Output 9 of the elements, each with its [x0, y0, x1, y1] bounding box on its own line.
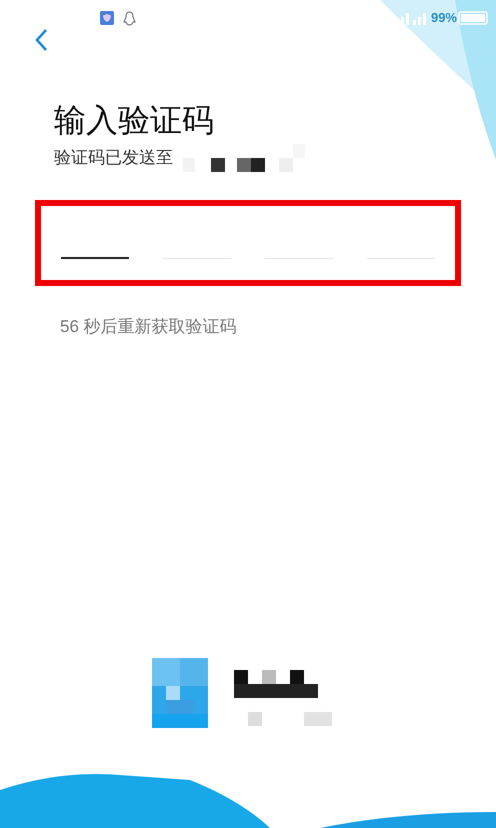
sent-to-label: 验证码已发送至 — [54, 147, 173, 170]
penguin-icon — [123, 10, 136, 26]
battery-icon — [458, 11, 488, 25]
battery-percent: 99% — [430, 9, 457, 28]
back-icon[interactable] — [34, 28, 50, 52]
redacted-logo-drawing — [152, 658, 208, 728]
shield-icon — [100, 11, 114, 25]
page-title: 输入验证码 — [54, 101, 215, 140]
resend-countdown: 56 秒后重新获取验证码 — [60, 316, 238, 338]
